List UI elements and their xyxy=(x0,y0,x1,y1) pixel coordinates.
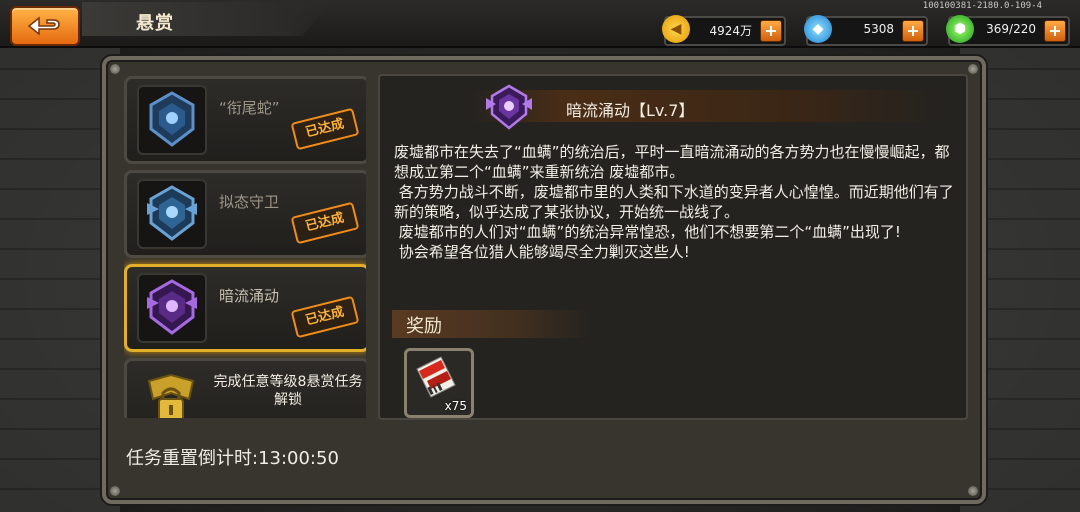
completed-stamp: 已达成 xyxy=(290,107,360,151)
mission-emblem xyxy=(137,273,207,343)
detail-header-bar xyxy=(470,90,940,122)
mission-name: “衔尾蛇” xyxy=(219,99,280,117)
top-bar: 悬赏 100100381-2180.0-109-4 ◀ 4924万 + ◆ 53… xyxy=(0,0,1080,48)
reset-countdown: 任务重置倒计时:13:00:50 xyxy=(126,448,339,469)
mission-emblem xyxy=(137,179,207,249)
page-title: 悬赏 xyxy=(136,13,174,34)
mission-name: 暗流涌动 xyxy=(219,287,280,305)
blue-rank-emblem-icon xyxy=(147,185,197,241)
completed-stamp: 已达成 xyxy=(290,295,360,339)
frame-bolt xyxy=(110,64,120,74)
back-button[interactable] xyxy=(10,6,80,46)
lock-icon xyxy=(147,373,195,418)
add-energy-button[interactable]: + xyxy=(1044,20,1066,42)
mission-name: 拟态守卫 xyxy=(219,193,280,211)
add-gem-button[interactable]: + xyxy=(902,20,924,42)
blue-rank-emblem-icon xyxy=(149,91,195,147)
energy-value: 369/220 xyxy=(986,22,1036,36)
energy-resource: ⬢ 369/220 + xyxy=(946,15,1070,46)
reward-item[interactable]: x75 xyxy=(404,348,474,418)
mission-description: 废墟都市在失去了“血螨”的统治后，平时一直暗流涌动的各方势力也在慢慢崛起，都想成… xyxy=(394,143,954,261)
mission-item-undercurrent[interactable]: 暗流涌动 已达成 xyxy=(124,264,366,352)
reward-title: 奖励 xyxy=(406,316,442,337)
blue-gem-icon: ◆ xyxy=(804,15,832,43)
gem-value: 5308 xyxy=(863,22,894,36)
gem-resource: ◆ 5308 + xyxy=(804,15,928,46)
mission-item-locked[interactable]: 完成任意等级8悬赏任务解锁 xyxy=(124,358,366,418)
frame-bolt xyxy=(968,64,978,74)
version-label: 100100381-2180.0-109-4 xyxy=(922,1,1042,11)
frame-bolt xyxy=(110,486,120,496)
gold-resource: ◀ 4924万 + xyxy=(662,15,786,46)
bounty-panel: “衔尾蛇” 已达成 拟态守卫 已达成 暗流涌动 已达成 完成任意等级8悬赏任务解… xyxy=(102,56,986,504)
mission-emblem xyxy=(137,85,207,155)
mission-item-ouroboros[interactable]: “衔尾蛇” 已达成 xyxy=(124,76,366,164)
frame-bolt xyxy=(968,486,978,496)
purple-rank-emblem-icon xyxy=(147,279,197,335)
gold-value: 4924万 xyxy=(709,24,752,38)
title-plate xyxy=(82,2,332,36)
completed-stamp: 已达成 xyxy=(290,201,360,245)
add-gold-button[interactable]: + xyxy=(760,20,782,42)
reward-quantity: x75 xyxy=(444,399,467,413)
back-arrow-icon xyxy=(27,16,60,36)
green-energy-icon: ⬢ xyxy=(946,15,974,43)
mission-item-mimic-guard[interactable]: 拟态守卫 已达成 xyxy=(124,170,366,258)
mission-title: 暗流涌动【Lv.7】 xyxy=(566,101,695,120)
purple-rank-emblem-icon xyxy=(486,84,532,130)
gold-coin-icon: ◀ xyxy=(662,15,690,43)
mission-list[interactable]: “衔尾蛇” 已达成 拟态守卫 已达成 暗流涌动 已达成 完成任意等级8悬赏任务解… xyxy=(124,74,366,418)
mission-detail-panel: 暗流涌动【Lv.7】 废墟都市在失去了“血螨”的统治后，平时一直暗流涌动的各方势… xyxy=(378,74,968,420)
unlock-condition-text: 完成任意等级8悬赏任务解锁 xyxy=(213,374,363,408)
